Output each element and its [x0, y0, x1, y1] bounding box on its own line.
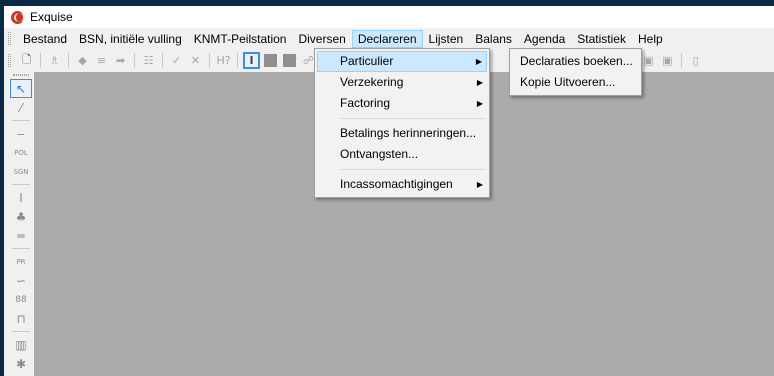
- camera-icon[interactable]: ▣: [640, 52, 657, 69]
- brush-icon[interactable]: ⁄: [10, 98, 32, 117]
- drill-icon[interactable]: ‒: [10, 124, 32, 143]
- window-title: Exquise: [30, 10, 73, 24]
- menuitem-label: Betalings herinneringen...: [340, 126, 477, 140]
- implant-icon[interactable]: Ⅰ: [10, 188, 32, 207]
- gear-icon[interactable]: ✱: [10, 354, 32, 373]
- menu-separator: [341, 118, 485, 119]
- bin-icon[interactable]: ▥: [10, 335, 32, 354]
- text-cursor-icon[interactable]: I: [243, 51, 260, 69]
- menuitem-label: Ontvangsten...: [340, 147, 419, 161]
- sidebar-grip-icon[interactable]: [13, 74, 29, 76]
- menuitem-ontvangsten[interactable]: Ontvangsten...: [317, 144, 487, 165]
- menu-separator: [341, 169, 485, 170]
- sidebar-separator: [12, 331, 30, 332]
- menu-diversen[interactable]: Diversen: [292, 30, 351, 48]
- pr-icon[interactable]: PR: [10, 252, 32, 271]
- menuitem-kopie-uitvoeren[interactable]: Kopie Uitvoeren...: [512, 72, 639, 93]
- sidebar-separator: [12, 120, 30, 121]
- toolbar-separator: [40, 52, 41, 68]
- block-icon[interactable]: [283, 53, 296, 67]
- particulier-submenu: Declaraties boeken... Kopie Uitvoeren...: [509, 48, 642, 96]
- submenu-arrow-icon: ▶: [476, 78, 483, 87]
- menu-agenda[interactable]: Agenda: [518, 30, 571, 48]
- menuitem-declaraties-boeken[interactable]: Declaraties boeken...: [512, 51, 639, 72]
- block-icon[interactable]: [264, 53, 277, 67]
- menu-statistiek[interactable]: Statistiek: [571, 30, 632, 48]
- submenu-arrow-icon: ▶: [476, 99, 483, 108]
- person-icon[interactable]: ♗: [46, 52, 63, 69]
- bridge-icon[interactable]: ═: [10, 226, 32, 245]
- menuitem-particulier[interactable]: Particulier ▶: [317, 51, 487, 72]
- menu-knmt-peilstation[interactable]: KNMT-Peilstation: [188, 30, 293, 48]
- stack-icon[interactable]: ☷: [140, 52, 157, 69]
- cross-icon[interactable]: ✕: [187, 52, 204, 69]
- toolbar-separator: [237, 52, 238, 68]
- submenu-arrow-icon: ▶: [475, 57, 482, 66]
- new-document-icon[interactable]: 🗋: [18, 52, 35, 69]
- tooth-icon[interactable]: ♣: [10, 207, 32, 226]
- app-icon: [11, 10, 25, 24]
- menuitem-label: Verzekering: [340, 75, 404, 89]
- menu-lijsten[interactable]: Lijsten: [423, 30, 470, 48]
- menuitem-factoring[interactable]: Factoring ▶: [317, 93, 487, 114]
- menuitem-label: Incassomachtigingen: [340, 177, 453, 191]
- menu-bestand[interactable]: Bestand: [17, 30, 73, 48]
- menu-bar: Bestand BSN, initiële vulling KNMT-Peils…: [4, 29, 774, 48]
- menuitem-incassomachtigingen[interactable]: Incassomachtigingen ▶: [317, 174, 487, 195]
- sidebar-separator: [12, 184, 30, 185]
- pol-icon[interactable]: POL: [10, 143, 32, 162]
- app-window: Exquise Bestand BSN, initiële vulling KN…: [4, 6, 774, 376]
- camera-icon[interactable]: ▣: [659, 52, 676, 69]
- toolbar-separator: [681, 52, 682, 68]
- menubar-grip-icon[interactable]: [8, 32, 11, 45]
- menuitem-label: Kopie Uitvoeren...: [520, 75, 616, 89]
- toolbar-separator: [162, 52, 163, 68]
- toolbar-separator: [134, 52, 135, 68]
- toolbar-separator: [68, 52, 69, 68]
- menu-declareren[interactable]: Declareren: [351, 29, 423, 48]
- list-icon[interactable]: ≡: [93, 52, 110, 69]
- pointer-icon[interactable]: ↖: [10, 79, 32, 98]
- declareren-dropdown: Particulier ▶ Verzekering ▶ Factoring ▶ …: [314, 48, 490, 198]
- side-toolbar: ↖ ⁄ ‒ POL SGN Ⅰ ♣ ═ PR ∽ 88 ⊓ ▥ ✱: [10, 72, 32, 376]
- pair-icon[interactable]: 88: [10, 290, 32, 309]
- arrow-left-icon[interactable]: ◆: [74, 52, 91, 69]
- menu-bsn-initiele-vulling[interactable]: BSN, initiële vulling: [73, 30, 188, 48]
- help-query-icon[interactable]: H?: [215, 52, 232, 69]
- copy-icon[interactable]: ▯: [687, 52, 704, 69]
- curve-icon[interactable]: ∽: [10, 271, 32, 290]
- menu-balans[interactable]: Balans: [469, 30, 518, 48]
- desktop-frame: Exquise Bestand BSN, initiële vulling KN…: [0, 0, 774, 376]
- menuitem-betalings-herinneringen[interactable]: Betalings herinneringen...: [317, 123, 487, 144]
- toolbar-grip-icon[interactable]: [8, 53, 11, 67]
- menuitem-label: Factoring: [340, 96, 391, 110]
- arrow-right-icon[interactable]: ➡: [112, 52, 129, 69]
- menuitem-verzekering[interactable]: Verzekering ▶: [317, 72, 487, 93]
- checkmark-icon[interactable]: ✓: [168, 52, 185, 69]
- title-bar: Exquise: [4, 6, 774, 28]
- sgn-icon[interactable]: SGN: [10, 162, 32, 181]
- menuitem-label: Particulier: [340, 54, 394, 68]
- crown-icon[interactable]: ⊓: [10, 309, 32, 328]
- toolbar-separator: [209, 52, 210, 68]
- menuitem-label: Declaraties boeken...: [520, 54, 633, 68]
- sidebar-separator: [12, 248, 30, 249]
- menu-help[interactable]: Help: [632, 30, 669, 48]
- submenu-arrow-icon: ▶: [476, 180, 483, 189]
